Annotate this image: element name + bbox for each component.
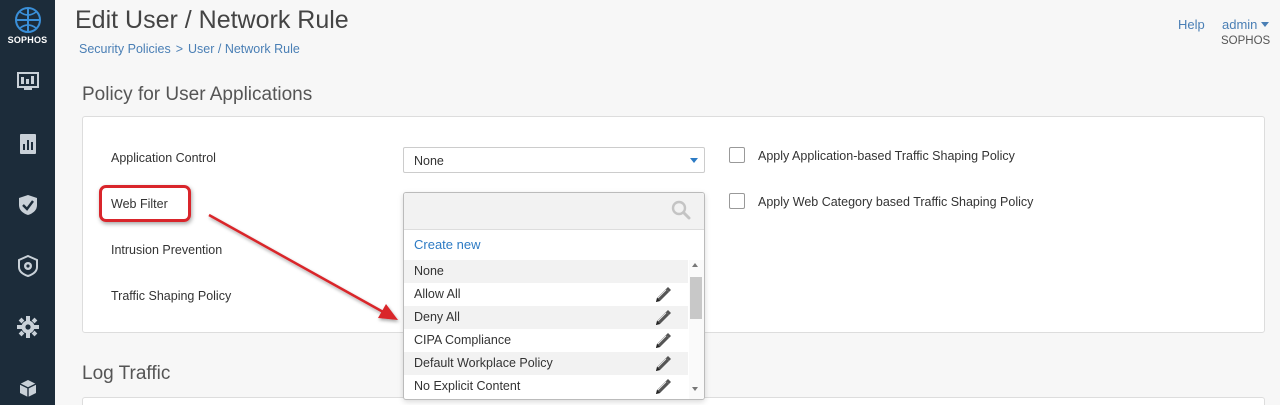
create-new-link[interactable]: Create new: [414, 237, 480, 252]
dropdown-option-label: Allow All: [414, 287, 461, 301]
sidebar-item-configure[interactable]: [0, 246, 55, 286]
application-control-value: None: [414, 154, 444, 168]
scroll-up-icon[interactable]: [692, 263, 698, 267]
section-heading-user-apps: Policy for User Applications: [82, 84, 313, 105]
user-menu[interactable]: admin: [1222, 17, 1270, 32]
web-shaping-label: Apply Web Category based Traffic Shaping…: [758, 195, 1034, 209]
sidebar-item-packages[interactable]: [0, 368, 55, 405]
section-heading-log-traffic: Log Traffic: [82, 363, 171, 384]
breadcrumb-current: User / Network Rule: [188, 42, 300, 56]
globe-logo-icon: [14, 7, 41, 33]
dropdown-option[interactable]: No Explicit Content: [404, 375, 688, 398]
application-control-label: Application Control: [111, 151, 216, 165]
gear-icon: [16, 316, 39, 338]
breadcrumb: Security Policies > User / Network Rule: [79, 42, 300, 56]
user-name: admin: [1222, 17, 1258, 32]
dropdown-option-label: No Explicit Content: [414, 379, 521, 393]
chevron-down-icon: [690, 158, 698, 163]
search-icon[interactable]: [671, 200, 691, 220]
dropdown-option[interactable]: CIPA Compliance: [404, 329, 688, 352]
sidebar-item-protect[interactable]: [0, 185, 55, 225]
dropdown-option-label: Default Workplace Policy: [414, 356, 553, 370]
page-title: Edit User / Network Rule: [75, 6, 349, 34]
box-icon: [19, 380, 36, 397]
web-filter-label: Web Filter: [111, 197, 168, 211]
dropdown-option-label: Deny All: [414, 310, 460, 324]
dropdown-option[interactable]: Default Workplace Policy: [404, 352, 688, 375]
pencil-icon[interactable]: [654, 332, 672, 350]
pencil-icon[interactable]: [654, 378, 672, 396]
report-icon: [19, 134, 36, 154]
sidebar-item-system[interactable]: [0, 307, 55, 347]
sidebar: SOPHOS: [0, 0, 55, 405]
sidebar-item-reports[interactable]: [0, 124, 55, 164]
shield-check-icon: [18, 195, 37, 215]
app-shaping-label: Apply Application-based Traffic Shaping …: [758, 149, 1015, 163]
pencil-icon[interactable]: [654, 309, 672, 327]
breadcrumb-security-policies[interactable]: Security Policies: [79, 42, 171, 56]
dropdown-option-label: None: [414, 264, 444, 278]
dropdown-search-bar: [404, 193, 704, 230]
help-link[interactable]: Help: [1178, 17, 1205, 32]
org-name: SOPHOS: [1221, 35, 1271, 47]
logo-text: SOPHOS: [7, 35, 48, 45]
pencil-icon[interactable]: [654, 355, 672, 373]
dropdown-options: None Allow All Deny All CIPA Compliance Defa…: [404, 260, 688, 398]
dropdown-option[interactable]: Allow All: [404, 283, 688, 306]
shield-gear-icon: [17, 255, 38, 277]
scrollbar-thumb[interactable]: [690, 277, 702, 319]
sidebar-item-monitor[interactable]: [0, 62, 55, 102]
dropdown-option[interactable]: None: [404, 260, 688, 283]
breadcrumb-separator: >: [175, 42, 184, 56]
dropdown-scrollbar[interactable]: [689, 260, 704, 399]
dropdown-option[interactable]: Deny All: [404, 306, 688, 329]
dropdown-option-label: CIPA Compliance: [414, 333, 512, 347]
intrusion-prevention-label: Intrusion Prevention: [111, 243, 223, 257]
dropdown-search-input[interactable]: [404, 193, 664, 229]
monitor-icon: [16, 72, 39, 90]
pencil-icon[interactable]: [654, 286, 672, 304]
sophos-logo[interactable]: SOPHOS: [0, 6, 55, 45]
app-shaping-checkbox[interactable]: [729, 147, 745, 163]
traffic-shaping-label: Traffic Shaping Policy: [111, 289, 232, 303]
chevron-down-icon: [1261, 22, 1270, 27]
web-filter-dropdown: Create new None Allow All Deny All CIPA Com…: [403, 192, 705, 400]
scroll-down-icon[interactable]: [692, 387, 698, 391]
application-control-select[interactable]: None: [403, 147, 705, 173]
web-shaping-checkbox[interactable]: [729, 193, 745, 209]
